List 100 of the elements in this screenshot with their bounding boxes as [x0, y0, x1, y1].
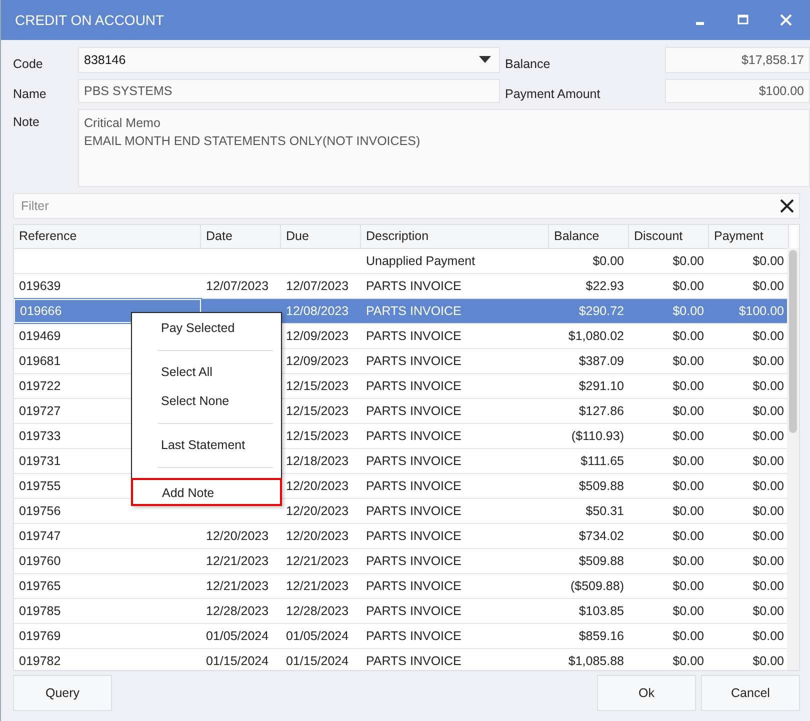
table-cell: $22.93: [586, 279, 624, 293]
table-cell: 019666: [20, 304, 62, 318]
cancel-button[interactable]: Cancel: [701, 675, 800, 711]
table-cell: $111.65: [580, 454, 624, 468]
table-cell: $0.00: [752, 654, 784, 668]
table-cell: $0.00: [672, 604, 704, 618]
table-cell: 12/20/2023: [206, 529, 269, 543]
balance-field[interactable]: $17,858.17: [665, 47, 810, 73]
table-cell: $291.10: [578, 379, 624, 393]
table-cell: 12/08/2023: [286, 304, 349, 318]
window-title: CREDIT ON ACCOUNT: [15, 12, 164, 28]
table-cell: PARTS INVOICE: [366, 379, 462, 393]
table-cell: 12/07/2023: [286, 279, 349, 293]
table-cell: 019681: [19, 354, 61, 368]
table-cell: 019639: [19, 279, 61, 293]
name-field[interactable]: PBS SYSTEMS: [78, 79, 500, 103]
table-cell: PARTS INVOICE: [366, 304, 462, 318]
table-cell: $290.72: [578, 304, 624, 318]
table-cell: Unapplied Payment: [366, 254, 476, 268]
table-row[interactable]: 019769 01/05/2024 01/05/2024 PARTS INVOICE $859.16 $0.00 $0.00: [14, 624, 789, 649]
note-field[interactable]: Critical Memo EMAIL MONTH END STATEMENTS ONLY(NOT INVOICES): [78, 109, 810, 187]
table-cell: PARTS INVOICE: [366, 454, 462, 468]
code-dropdown[interactable]: 838146: [78, 47, 500, 73]
column-header[interactable]: Description: [361, 225, 549, 248]
table-cell: PARTS INVOICE: [366, 654, 462, 668]
table-cell: $0.00: [752, 554, 784, 568]
table-cell: $0.00: [672, 254, 704, 268]
maximize-icon[interactable]: [736, 13, 750, 27]
table-cell: 01/15/2024: [206, 654, 269, 668]
table-cell: $127.86: [578, 404, 624, 418]
table-cell: ($110.93): [571, 429, 624, 443]
table-cell: $0.00: [752, 354, 784, 368]
menu-item[interactable]: Add Note: [131, 478, 282, 506]
table-cell: PARTS INVOICE: [366, 404, 462, 418]
table-cell: $0.00: [752, 504, 784, 518]
table-cell: 12/09/2023: [286, 354, 349, 368]
table-cell: $0.00: [752, 429, 784, 443]
table-cell: $0.00: [752, 629, 784, 643]
code-label: Code: [13, 57, 44, 73]
column-header[interactable]: Reference: [14, 225, 201, 248]
column-header[interactable]: Date: [201, 225, 281, 248]
table-cell: PARTS INVOICE: [366, 329, 462, 343]
table-row[interactable]: 019760 12/21/2023 12/21/2023 PARTS INVOICE $509.88 $0.00 $0.00: [14, 549, 789, 574]
column-header[interactable]: Balance: [549, 225, 629, 248]
table-cell: $0.00: [752, 529, 784, 543]
table-cell: 019469: [19, 329, 61, 343]
name-label: Name: [13, 87, 48, 103]
table-cell: $0.00: [672, 354, 704, 368]
table-cell: 01/05/2024: [286, 629, 349, 643]
balance-label: Balance: [505, 57, 552, 73]
table-cell: PARTS INVOICE: [366, 629, 462, 643]
table-cell: $0.00: [672, 629, 704, 643]
clear-icon[interactable]: [779, 198, 795, 214]
table-cell: PARTS INVOICE: [366, 604, 462, 618]
table-cell: PARTS INVOICE: [366, 554, 462, 568]
table-cell: $0.00: [752, 379, 784, 393]
table-cell: 12/20/2023: [286, 479, 349, 493]
table-row[interactable]: Unapplied Payment $0.00 $0.00 $0.00: [14, 249, 789, 274]
table-cell: PARTS INVOICE: [366, 479, 462, 493]
table-cell: $0.00: [672, 554, 704, 568]
table-cell: PARTS INVOICE: [366, 504, 462, 518]
table-cell: $509.88: [578, 479, 624, 493]
table-cell: $0.00: [672, 404, 704, 418]
table-row[interactable]: 019747 12/20/2023 12/20/2023 PARTS INVOICE $734.02 $0.00 $0.00: [14, 524, 789, 549]
table-cell: 019769: [19, 629, 61, 643]
table-cell: PARTS INVOICE: [366, 429, 462, 443]
table-cell: $0.00: [672, 579, 704, 593]
table-cell: PARTS INVOICE: [366, 354, 462, 368]
table-cell: $1,080.02: [568, 329, 624, 343]
table-cell: $0.00: [672, 504, 704, 518]
table-cell: 12/28/2023: [206, 604, 269, 618]
table-row[interactable]: 019666 12/08/2023 PARTS INVOICE $290.72 $0.00 $100.00: [14, 299, 789, 324]
caret-icon: [479, 56, 491, 64]
ok-button[interactable]: Ok: [597, 675, 696, 711]
table-cell: $0.00: [752, 254, 784, 268]
table-cell: 12/15/2023: [286, 404, 349, 418]
table-cell: $0.00: [672, 279, 704, 293]
table-cell: $100.00: [738, 304, 784, 318]
table-cell: $859.16: [578, 629, 624, 643]
close-icon[interactable]: [779, 13, 793, 27]
table-cell: 12/20/2023: [286, 529, 349, 543]
table-cell: $0.00: [752, 454, 784, 468]
table-cell: 019756: [19, 504, 61, 518]
table-row[interactable]: 019785 12/28/2023 12/28/2023 PARTS INVOICE $103.85 $0.00 $0.00: [14, 599, 789, 624]
table-cell: $0.00: [592, 254, 624, 268]
table-cell: PARTS INVOICE: [366, 529, 462, 543]
payment-amount-field[interactable]: $100.00: [665, 79, 810, 103]
query-button[interactable]: Query: [13, 675, 112, 711]
column-header[interactable]: Discount: [629, 225, 709, 248]
column-header[interactable]: Due: [281, 225, 361, 248]
table-row[interactable]: 019765 12/21/2023 12/21/2023 PARTS INVOICE ($509.88) $0.00 $0.00: [14, 574, 789, 599]
table-cell: $0.00: [752, 329, 784, 343]
table-cell: 12/21/2023: [286, 579, 349, 593]
table-cell: PARTS INVOICE: [366, 579, 462, 593]
note-label: Note: [13, 114, 40, 131]
table-cell: 019747: [19, 529, 61, 543]
table-cell: $0.00: [752, 579, 784, 593]
table-cell: 019785: [19, 604, 61, 618]
table-cell: $0.00: [672, 454, 704, 468]
scrollbar-thumb[interactable]: [789, 250, 797, 433]
